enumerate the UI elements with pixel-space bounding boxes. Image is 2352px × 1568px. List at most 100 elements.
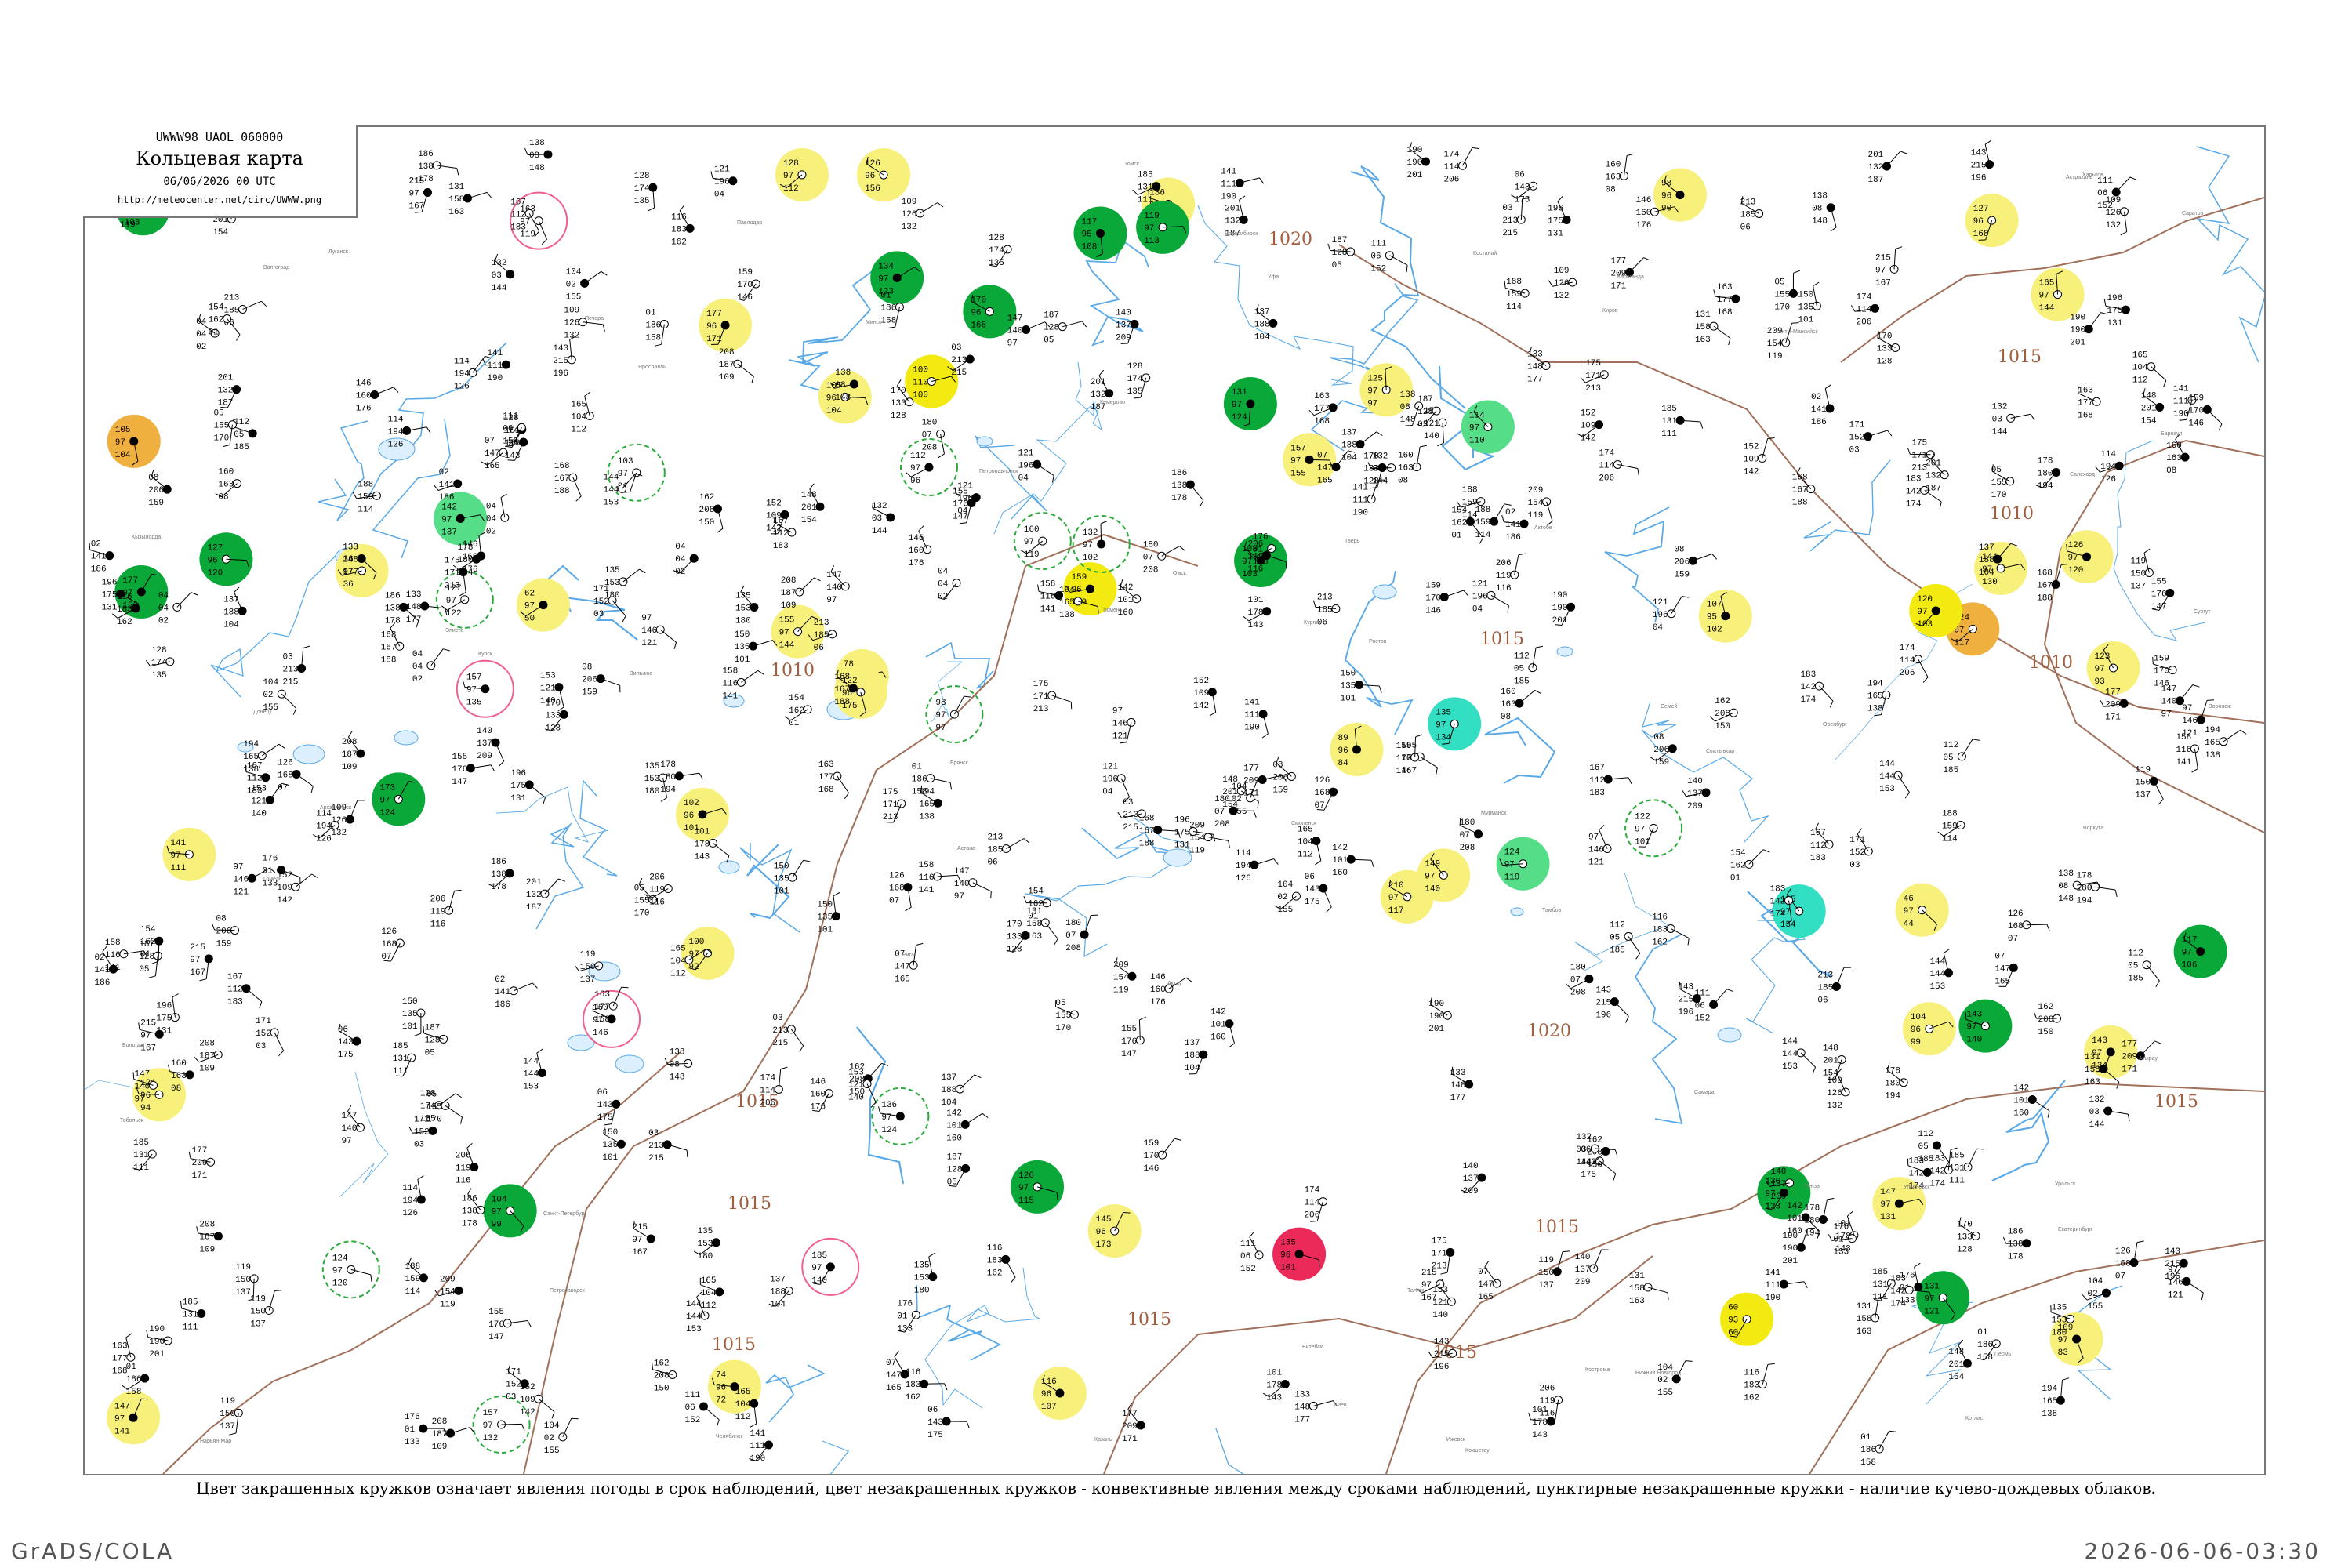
station-plain[interactable]: 142101160 (946, 1109, 989, 1143)
station-plain[interactable]: 21597167 (1875, 246, 1903, 289)
station-plain[interactable]: 146160176 (810, 1077, 833, 1112)
station-plain[interactable]: 18007208 (1143, 540, 1185, 575)
station-plain[interactable]: 141111190 (1221, 167, 1265, 201)
station-plain[interactable]: 174114206 (1599, 449, 1639, 484)
station-plain[interactable]: 135153180 (604, 566, 646, 601)
station-plain[interactable]: 163177168 (1308, 392, 1338, 426)
station-plain[interactable]: 141111190 (749, 1429, 773, 1464)
station-plain[interactable]: 163177168 (2078, 386, 2101, 420)
station-plain[interactable]: 11205185 (2128, 949, 2160, 988)
station-plain[interactable]: 190190201 (1552, 591, 1576, 626)
station-plain[interactable]: 05155170 (426, 1090, 463, 1124)
station-plain[interactable]: 15416201 (784, 694, 812, 728)
station-plain[interactable]: 133148177 (1294, 1390, 1338, 1425)
station-plain[interactable]: 150135101 (1798, 281, 1821, 325)
station-plain[interactable]: 167112183 (227, 973, 263, 1009)
station-light_green[interactable]: 11497110 (1461, 400, 1515, 454)
station-plain[interactable]: 178180194 (1885, 1063, 1908, 1102)
station-green[interactable]: 11997113 (1136, 200, 1190, 254)
station-plain[interactable]: 11106152 (1695, 989, 1734, 1023)
station-yellow[interactable]: 17796171 (699, 298, 753, 352)
station-plain[interactable]: 196175131 (510, 769, 546, 805)
station-plain[interactable]: 13203144 (492, 253, 515, 293)
station-plain[interactable]: 137188104 (768, 1276, 793, 1310)
station-plain[interactable]: 183142174 (1800, 670, 1834, 708)
station-plain[interactable]: 194165138 (2205, 726, 2247, 760)
station-plain[interactable]: 162208150 (2033, 1003, 2062, 1037)
station-plain[interactable]: 165104112 (571, 391, 594, 434)
station-plain[interactable]: 201132187 (218, 374, 241, 408)
station-yellow[interactable]: 12696156 (857, 148, 911, 202)
station-plain[interactable]: 141111190 (1765, 1269, 1808, 1303)
station-plain[interactable]: 21318506 (987, 833, 1030, 868)
station-plain[interactable]: 18712805 (1327, 236, 1356, 270)
station-plain[interactable]: 128174135 (1127, 362, 1151, 399)
station-plain[interactable]: 131158163 (1857, 1296, 1886, 1338)
station-plain[interactable]: 148201154 (1948, 1339, 1972, 1382)
station-plain[interactable]: 142101160 (1210, 1008, 1235, 1048)
station-cyan[interactable]: 13597134 (1428, 697, 1482, 751)
station-plain[interactable]: 07147165 (895, 942, 924, 984)
station-plain[interactable]: 02141186 (1501, 508, 1529, 543)
station-plain[interactable]: 159170146 (737, 268, 760, 303)
station-plain[interactable]: 163177168 (1713, 283, 1740, 318)
station-plain[interactable]: 144144153 (523, 1048, 546, 1091)
station-plain[interactable]: 114194126 (312, 810, 339, 844)
station-pink[interactable]: 18597140 (801, 1237, 860, 1296)
station-plain[interactable]: 13203144 (1367, 452, 1396, 487)
station-green[interactable]: 13497123 (870, 251, 924, 305)
station-plain[interactable]: 143215196 (2165, 1247, 2188, 1282)
station-plain[interactable]: 135153180 (693, 1227, 720, 1261)
station-plain[interactable]: 185131111 (393, 1042, 416, 1077)
station-plain[interactable]: 185131111 (1661, 405, 1704, 439)
station-plain[interactable]: 208187109 (719, 348, 754, 383)
station-plain[interactable]: 133148177 (1450, 1066, 1474, 1103)
station-plain[interactable]: 208187109 (342, 731, 365, 773)
station-dashed_green[interactable]: 13697124 (871, 1087, 930, 1145)
station-plain[interactable]: 135153180 (735, 585, 759, 626)
station-plain[interactable]: 162208150 (699, 493, 724, 533)
station-plain[interactable]: 190190201 (1407, 142, 1431, 180)
station-plain[interactable]: 137188104 (1185, 1039, 1208, 1075)
station-plain[interactable]: 150135101 (774, 859, 811, 896)
station-plain[interactable]: 06143175 (338, 1023, 361, 1060)
station-plain[interactable]: 06143175 (1511, 170, 1538, 205)
station-plain[interactable]: 168167188 (1792, 467, 1816, 508)
station-yellow[interactable]: 12796168 (1965, 194, 2019, 248)
station-plain[interactable]: 10402155 (1657, 1360, 1693, 1398)
station-plain[interactable]: 11205185 (232, 418, 257, 452)
station-plain[interactable]: 178180194 (2035, 456, 2061, 491)
station-plain[interactable]: 186138178 (462, 1188, 485, 1229)
station-plain[interactable]: 114194126 (1236, 849, 1279, 884)
station-green[interactable]: 11795108 (1073, 206, 1127, 260)
station-plain[interactable]: 14714097 (826, 564, 850, 605)
station-plain[interactable]: 135153180 (914, 1252, 938, 1296)
station-green[interactable]: 11797106 (2173, 924, 2227, 978)
station-plain[interactable]: 152109142 (1576, 409, 1604, 444)
station-dashed_green[interactable]: 989797 (925, 685, 984, 744)
station-plain[interactable]: 11106152 (1370, 240, 1408, 274)
station-plain[interactable]: 208187109 (196, 1221, 223, 1255)
station-yellow[interactable]: 10795102 (1698, 589, 1752, 643)
station-plain[interactable]: 05155170 (1055, 999, 1079, 1033)
station-plain[interactable]: 101178143 (1243, 596, 1272, 630)
station-plain[interactable]: 07147165 (1994, 952, 2018, 987)
station-plain[interactable]: 186138178 (1171, 469, 1204, 507)
station-yellow[interactable]: 14596173 (1087, 1204, 1142, 1258)
station-dashed_green[interactable]: 12797122 (435, 570, 494, 629)
station-light_green[interactable]: 12497119 (1496, 837, 1550, 891)
station-plain[interactable]: 18712805 (423, 1023, 448, 1058)
station-yellow[interactable]: 12897112 (775, 147, 829, 201)
station-plain[interactable]: 155176147 (953, 488, 976, 524)
station-plain[interactable]: 174114206 (1900, 644, 1929, 683)
station-bright_yellow[interactable]: 12097103 (1909, 583, 1963, 637)
station-plain[interactable]: 131158163 (1629, 1272, 1669, 1306)
station-plain[interactable]: 116183162 (1744, 1363, 1775, 1403)
station-plain[interactable]: 178180194 (2077, 871, 2118, 906)
station-plain[interactable]: 194165138 (1867, 679, 1891, 717)
station-plain[interactable]: 144144153 (1782, 1037, 1817, 1074)
station-plain[interactable]: 12119604 (710, 165, 738, 200)
station-plain[interactable]: 119150137 (2135, 765, 2164, 805)
map-url[interactable]: http://meteocenter.net/circ/UWWW.png (83, 194, 356, 205)
station-plain[interactable]: 152109142 (1193, 677, 1217, 717)
